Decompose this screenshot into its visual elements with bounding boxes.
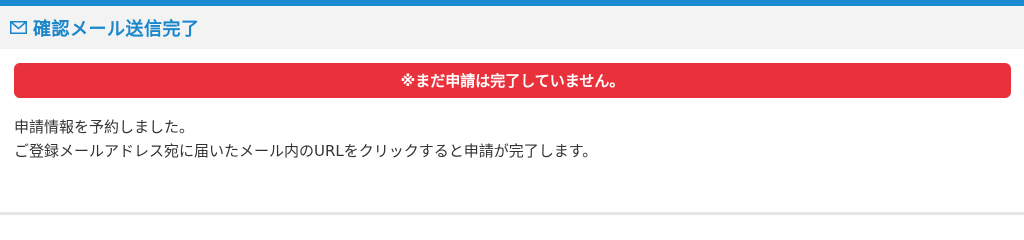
message-line-1: 申請情報を予約しました。 [14, 118, 195, 136]
message-line-2: ご登録メールアドレス宛に届いたメール内のURLをクリックすると申請が完了します。 [14, 142, 598, 160]
divider [0, 212, 1024, 215]
warning-banner: ※まだ申請は完了していません。 [14, 63, 1011, 98]
warning-text: ※まだ申請は完了していません。 [400, 72, 625, 90]
section-header: 確認メール送信完了 [0, 6, 1024, 49]
page-title: 確認メール送信完了 [33, 18, 200, 40]
message-body: 申請情報を予約しました。 ご登録メールアドレス宛に届いたメール内のURLをクリッ… [14, 115, 597, 163]
mail-icon [10, 21, 27, 35]
